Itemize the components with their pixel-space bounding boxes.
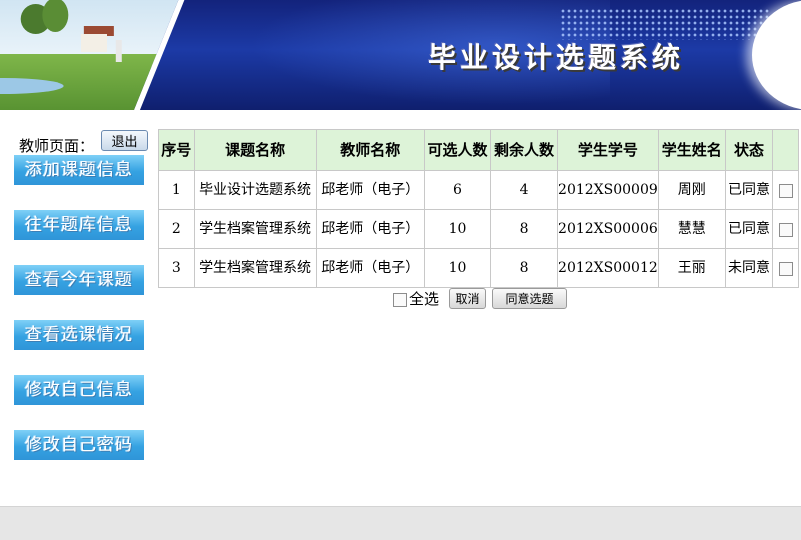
cell-no: 1 bbox=[158, 170, 195, 210]
table-row: 2 学生档案管理系统 邱老师（电子） 10 8 2012XS00006 慧慧 已… bbox=[158, 209, 799, 249]
col-header-status: 状态 bbox=[724, 129, 774, 171]
cell-select bbox=[772, 209, 799, 249]
cell-status: 未同意 bbox=[724, 248, 774, 288]
select-all-label: 全选 bbox=[409, 290, 440, 308]
cell-student-name: 王丽 bbox=[657, 248, 726, 288]
cell-remaining: 8 bbox=[490, 209, 559, 249]
landscape-photo bbox=[0, 0, 187, 110]
col-header-select bbox=[772, 129, 799, 171]
agree-selection-button[interactable]: 同意选题 bbox=[492, 288, 567, 309]
system-title: 毕业设计选题系统 bbox=[428, 41, 685, 74]
topic-selection-table: 序号 课题名称 教师名称 可选人数 剩余人数 学生学号 学生姓名 状态 1 毕业… bbox=[158, 129, 799, 288]
table-row: 3 学生档案管理系统 邱老师（电子） 10 8 2012XS00012 王丽 未… bbox=[158, 248, 799, 288]
cell-teacher: 邱老师（电子） bbox=[315, 248, 425, 288]
cell-student-id: 2012XS00012 bbox=[557, 248, 659, 288]
cell-student-name: 周刚 bbox=[657, 170, 726, 210]
footer-bar bbox=[0, 506, 801, 540]
cell-available: 10 bbox=[423, 248, 492, 288]
cell-remaining: 4 bbox=[490, 170, 559, 210]
cell-no: 2 bbox=[158, 209, 195, 249]
cell-remaining: 8 bbox=[490, 248, 559, 288]
nav-change-password[interactable]: 修改自己密码 bbox=[14, 430, 144, 460]
cell-select bbox=[772, 170, 799, 210]
col-header-no: 序号 bbox=[158, 129, 195, 171]
nav-view-selection-status[interactable]: 查看选课情况 bbox=[14, 320, 144, 350]
nav-past-topic-bank[interactable]: 往年题库信息 bbox=[14, 210, 144, 240]
row-checkbox[interactable] bbox=[778, 183, 793, 198]
nav-add-topic[interactable]: 添加课题信息 bbox=[14, 155, 144, 185]
cell-student-id: 2012XS00006 bbox=[557, 209, 659, 249]
cell-topic: 毕业设计选题系统 bbox=[193, 170, 317, 210]
cell-available: 6 bbox=[423, 170, 492, 210]
table-header-row: 序号 课题名称 教师名称 可选人数 剩余人数 学生学号 学生姓名 状态 bbox=[158, 129, 799, 171]
cell-topic: 学生档案管理系统 bbox=[193, 209, 317, 249]
cell-select bbox=[772, 248, 799, 288]
cell-status: 已同意 bbox=[724, 209, 774, 249]
col-header-topic: 课题名称 bbox=[193, 129, 317, 171]
col-header-teacher: 教师名称 bbox=[315, 129, 425, 171]
col-header-available: 可选人数 bbox=[423, 129, 492, 171]
nav-view-this-year-topics[interactable]: 查看今年课题 bbox=[14, 265, 144, 295]
table-row: 1 毕业设计选题系统 邱老师（电子） 6 4 2012XS00009 周刚 已同… bbox=[158, 170, 799, 210]
header-banner: 毕业设计选题系统 bbox=[0, 0, 801, 110]
cell-student-id: 2012XS00009 bbox=[557, 170, 659, 210]
logout-button[interactable]: 退出 bbox=[101, 130, 148, 151]
cancel-button[interactable]: 取消 bbox=[449, 288, 486, 309]
cell-status: 已同意 bbox=[724, 170, 774, 210]
cell-student-name: 慧慧 bbox=[657, 209, 726, 249]
col-header-student-id: 学生学号 bbox=[557, 129, 659, 171]
col-header-student-name: 学生姓名 bbox=[657, 129, 726, 171]
col-header-remaining: 剩余人数 bbox=[490, 129, 559, 171]
nav-edit-profile[interactable]: 修改自己信息 bbox=[14, 375, 144, 405]
cell-topic: 学生档案管理系统 bbox=[193, 248, 317, 288]
cell-teacher: 邱老师（电子） bbox=[315, 209, 425, 249]
cell-no: 3 bbox=[158, 248, 195, 288]
select-all-checkbox[interactable] bbox=[393, 292, 407, 307]
teacher-page-label: 教师页面： bbox=[19, 137, 95, 155]
cell-teacher: 邱老师（电子） bbox=[315, 170, 425, 210]
cell-available: 10 bbox=[423, 209, 492, 249]
select-all-control[interactable]: 全选 bbox=[393, 288, 439, 309]
row-checkbox[interactable] bbox=[778, 261, 793, 276]
row-checkbox[interactable] bbox=[778, 222, 793, 237]
